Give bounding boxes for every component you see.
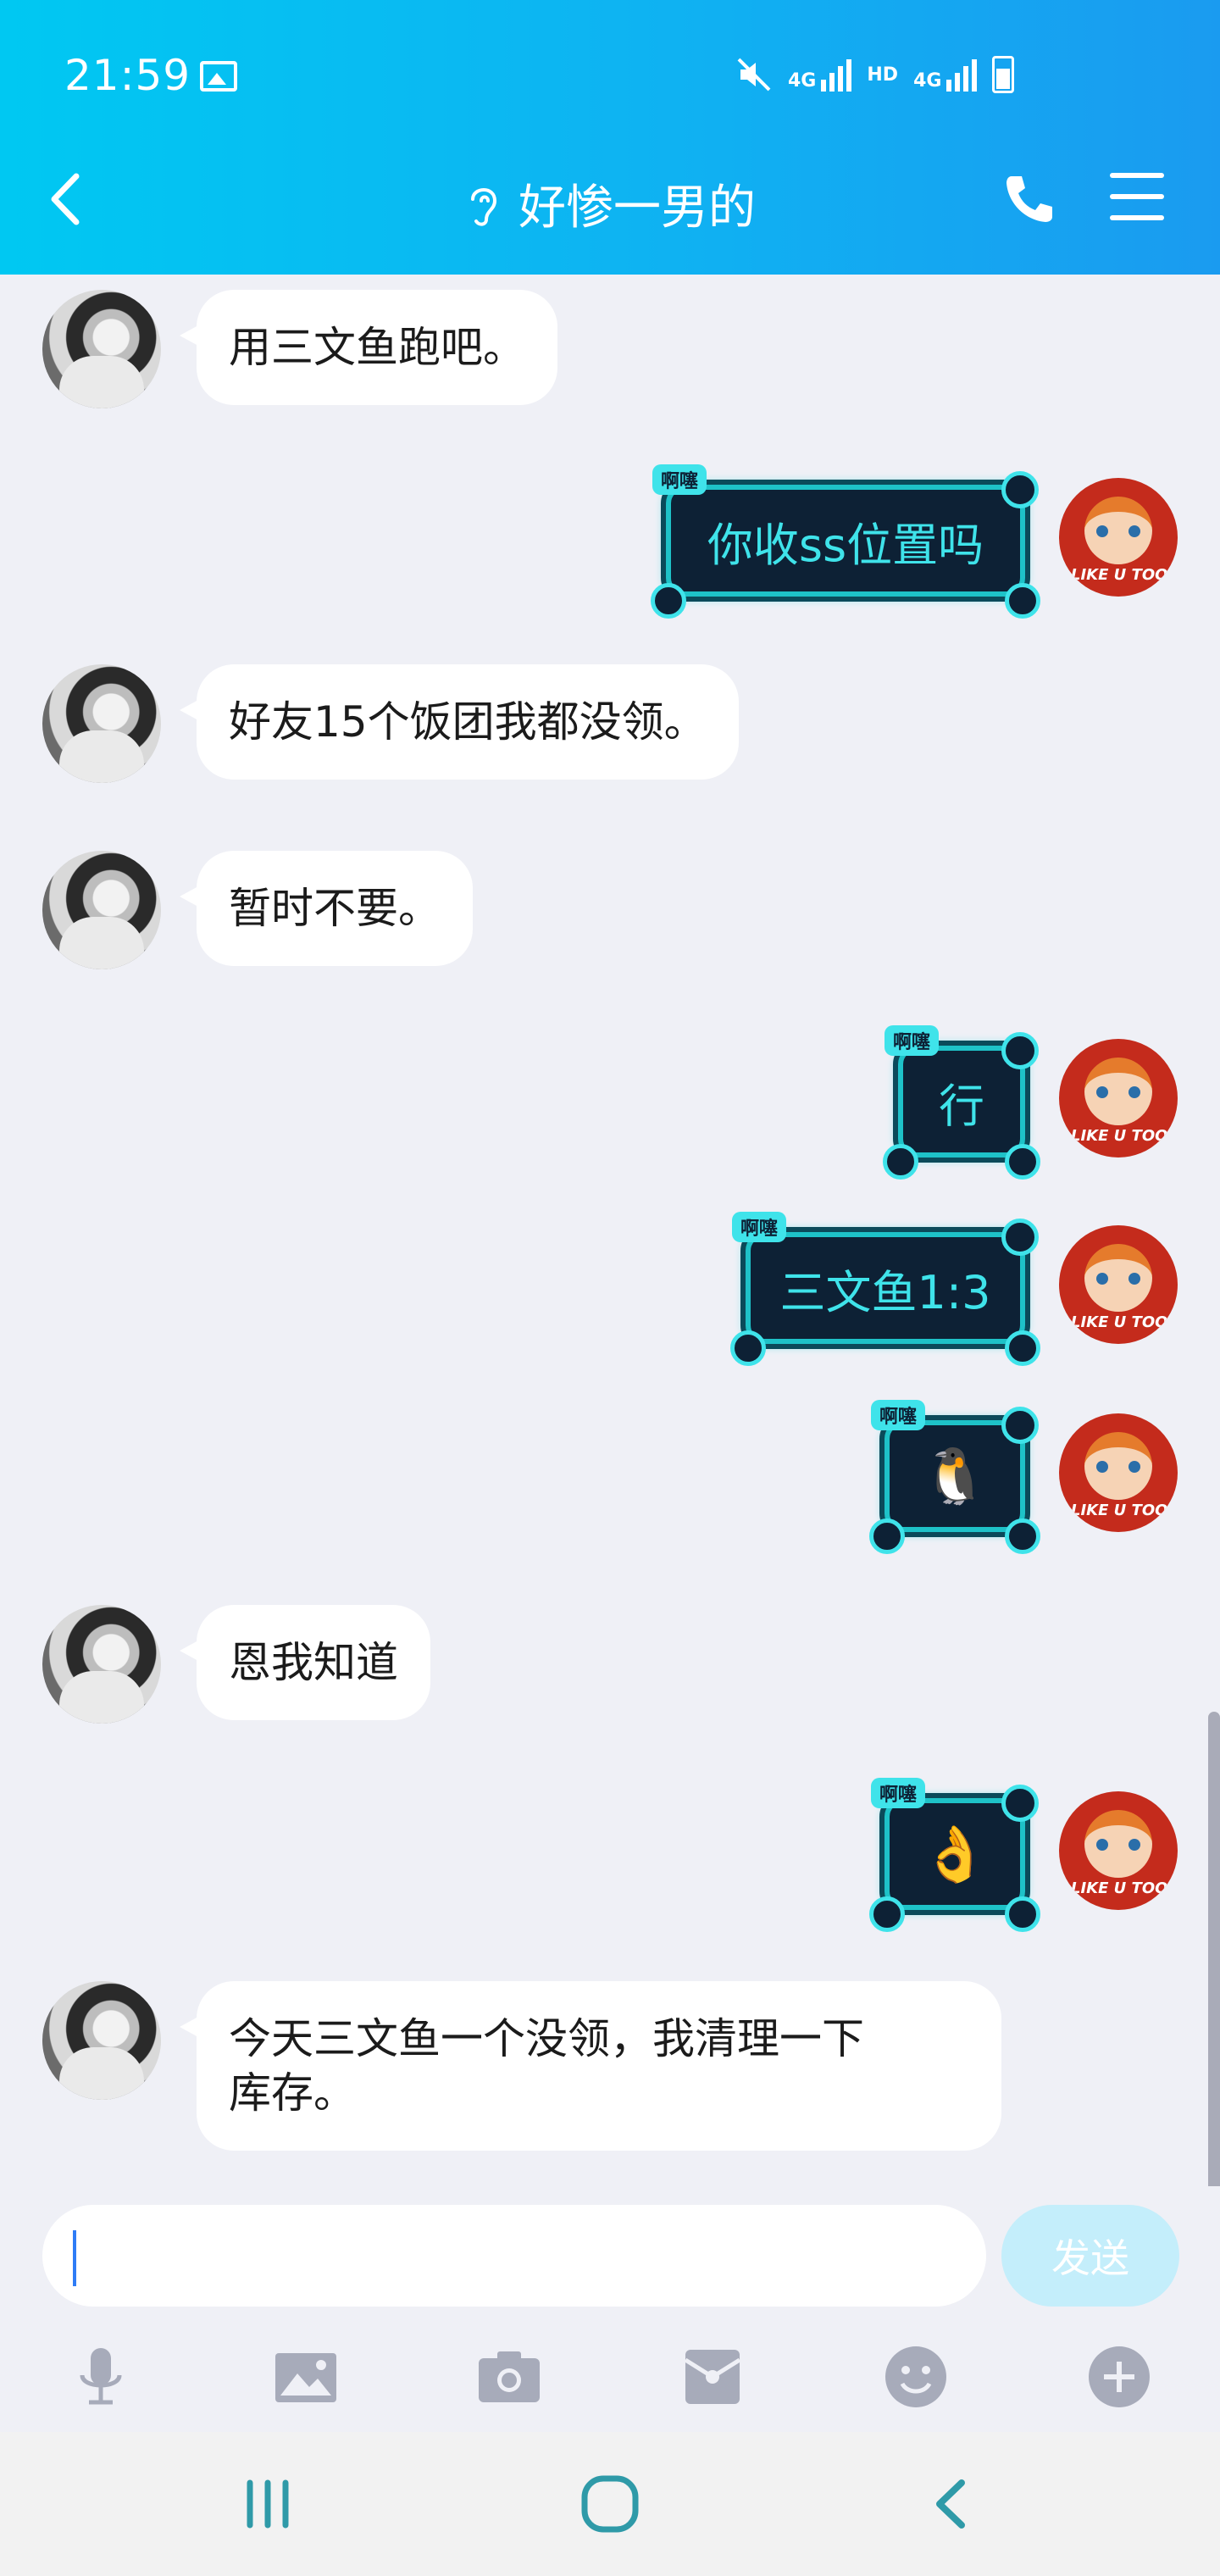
message-input[interactable]: [42, 2205, 986, 2307]
signal-icon-2: [946, 58, 978, 92]
menu-button[interactable]: [1110, 173, 1164, 220]
bubble-decoration: [1005, 1144, 1040, 1180]
message-text: 三文鱼1:3: [779, 1265, 991, 1319]
contact-avatar[interactable]: [42, 290, 161, 408]
red-packet-icon: [684, 2350, 741, 2404]
bubble-tag: 啊噻: [884, 1025, 940, 1056]
recent-apps-button[interactable]: [225, 2466, 310, 2542]
home-button[interactable]: [568, 2466, 652, 2542]
status-icons: 4G HD 4G: [735, 56, 1015, 93]
avatar-tag: LIKE U TOO: [1071, 1879, 1168, 1897]
bubble-decoration: [869, 1518, 905, 1554]
chat-header: 21:59 4G HD 4G 好惨一男的: [0, 0, 1220, 275]
home-icon: [581, 2475, 639, 2533]
battery-icon: [992, 56, 1015, 93]
message-bubble-own[interactable]: 啊噻 你收ss位置吗: [651, 464, 1040, 619]
bubble-decoration: [730, 1330, 766, 1366]
avatar-tag: LIKE U TOO: [1071, 1127, 1168, 1145]
bubble-tag: 啊噻: [732, 1212, 787, 1242]
more-button[interactable]: [1081, 2339, 1157, 2415]
menu-icon-line: [1110, 194, 1164, 199]
camera-icon: [479, 2351, 540, 2402]
bubble-decoration: [1001, 1785, 1039, 1822]
my-avatar[interactable]: LIKE U TOO: [1059, 1791, 1178, 1910]
message-bubble[interactable]: 用三文鱼跑吧。: [180, 290, 557, 405]
mute-icon: [737, 58, 771, 92]
phone-icon: [1006, 176, 1052, 222]
ear-icon: [471, 187, 497, 226]
message-text: 你收ss位置吗: [707, 518, 984, 572]
message-bubble-own[interactable]: 啊噻 🐧: [869, 1400, 1040, 1554]
send-button[interactable]: 发送: [1001, 2205, 1179, 2307]
network-label-2: 4G: [913, 70, 942, 92]
bubble-tag: 啊噻: [871, 1400, 926, 1430]
emoji-icon: [885, 2346, 946, 2407]
emoji-button[interactable]: [878, 2339, 954, 2415]
message-bubble[interactable]: 暂时不要。: [180, 851, 473, 966]
bubble-decoration: [883, 1144, 918, 1180]
contact-avatar[interactable]: [42, 851, 161, 969]
message-text-line: 库存。: [229, 2068, 356, 2118]
recent-apps-icon: [247, 2479, 289, 2529]
avatar-tag: LIKE U TOO: [1071, 1502, 1168, 1519]
my-avatar[interactable]: LIKE U TOO: [1059, 1413, 1178, 1532]
bubble-decoration: [1001, 1407, 1039, 1444]
contact-avatar[interactable]: [42, 664, 161, 783]
message-text-line: 今天三文鱼一个没领，我清理一下: [229, 2014, 864, 2063]
camera-button[interactable]: [471, 2339, 547, 2415]
image-icon: [275, 2353, 336, 2402]
bubble-decoration: [1001, 471, 1039, 508]
message-bubble[interactable]: 今天三文鱼一个没领，我清理一下 库存。: [180, 1981, 1001, 2151]
bubble-decoration: [1005, 1896, 1040, 1932]
composer-toolbar: [0, 2339, 1220, 2440]
message-bubble-own[interactable]: 啊噻 三文鱼1:3: [730, 1212, 1040, 1366]
avatar-tag: LIKE U TOO: [1071, 1313, 1168, 1331]
bubble-decoration: [1001, 1219, 1039, 1256]
message-bubble[interactable]: 好友15个饭团我都没领。: [180, 664, 739, 780]
text-cursor: [73, 2230, 76, 2286]
bubble-decoration: [1001, 1032, 1039, 1069]
scrollbar[interactable]: [1208, 1712, 1220, 2203]
avatar-tag: LIKE U TOO: [1071, 566, 1168, 584]
contact-avatar[interactable]: [42, 1605, 161, 1724]
gallery-button[interactable]: [268, 2339, 344, 2415]
status-time: 21:59: [64, 51, 191, 100]
message-list[interactable]: 用三文鱼跑吧。 啊噻 你收ss位置吗 LIKE U TOO 好友15个饭团我都没…: [0, 275, 1220, 2186]
system-nav-bar: [0, 2432, 1220, 2576]
message-bubble-own[interactable]: 啊噻 行: [883, 1025, 1040, 1180]
bubble-decoration: [1005, 1330, 1040, 1366]
message-bubble[interactable]: 恩我知道: [180, 1605, 430, 1720]
network-label: 4G: [788, 70, 817, 92]
nav-back-button[interactable]: [910, 2466, 995, 2542]
bubble-decoration: [1005, 1518, 1040, 1554]
bubble-tag: 啊噻: [871, 1778, 926, 1808]
bubble-tag: 啊噻: [652, 464, 707, 495]
red-packet-button[interactable]: [674, 2339, 751, 2415]
contact-name: 好惨一男的: [518, 180, 756, 236]
message-bubble-own[interactable]: 啊噻 👌: [869, 1778, 1040, 1932]
penguin-emoji-icon: 🐧: [921, 1445, 989, 1508]
microphone-icon: [80, 2348, 122, 2405]
gallery-notification-icon: [200, 61, 237, 92]
bubble-decoration: [1005, 583, 1040, 619]
my-avatar[interactable]: LIKE U TOO: [1059, 1039, 1178, 1158]
hd-label: HD: [867, 64, 899, 86]
ok-hand-emoji-icon: 👌: [921, 1823, 989, 1886]
menu-icon-line: [1110, 173, 1164, 178]
my-avatar[interactable]: LIKE U TOO: [1059, 478, 1178, 597]
message-text: 行: [939, 1079, 984, 1133]
call-button[interactable]: [1000, 169, 1059, 229]
menu-icon-line: [1110, 215, 1164, 220]
plus-icon: [1089, 2346, 1150, 2407]
signal-icon: [821, 58, 852, 92]
my-avatar[interactable]: LIKE U TOO: [1059, 1225, 1178, 1344]
voice-button[interactable]: [63, 2339, 139, 2415]
bubble-decoration: [651, 583, 686, 619]
contact-avatar[interactable]: [42, 1981, 161, 2100]
bubble-decoration: [869, 1896, 905, 1932]
back-icon: [936, 2479, 965, 2529]
